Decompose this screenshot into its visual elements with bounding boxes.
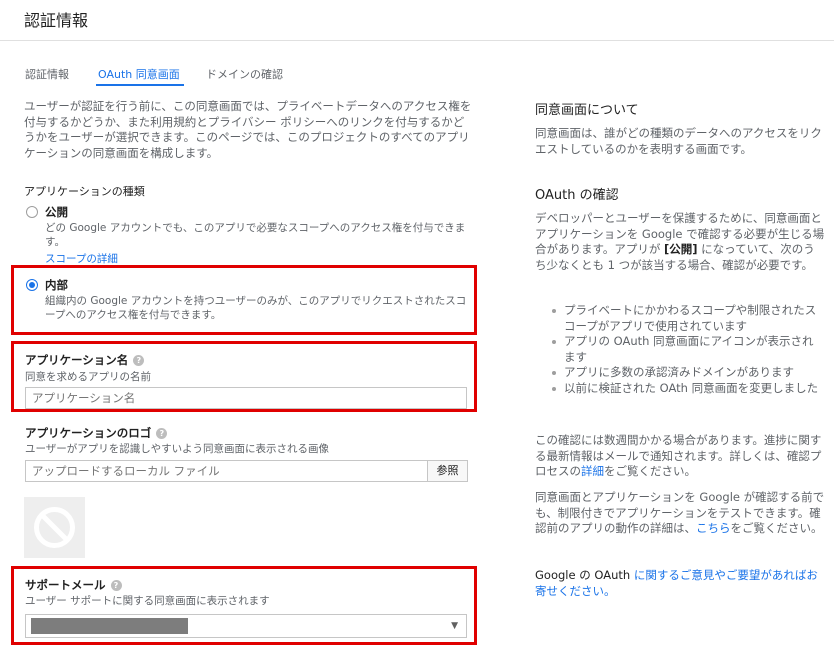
option-public-desc: どの Google アカウントでも、このアプリで必要なスコープへのアクセス権を付… — [45, 222, 466, 248]
oauth-verify-text: デベロッパーとユーザーを保護するために、同意画面とアプリケーションを Googl… — [535, 211, 825, 273]
testing-before-verify-text: 同意画面とアプリケーションを Google が確認する前でも、制限付きでアプリケ… — [535, 490, 825, 537]
scope-details-link[interactable]: スコープの詳細 — [45, 251, 118, 266]
logo-file-input[interactable] — [25, 460, 428, 482]
list-item: 以前に検証された OAth 同意画面を変更しました — [550, 381, 822, 397]
here-link[interactable]: こちら — [696, 521, 731, 535]
app-name-help: 同意を求めるアプリの名前 — [25, 371, 151, 383]
support-email-select[interactable]: ▼ — [25, 614, 467, 638]
verify-duration-text: この確認には数週間かかる場合があります。進捗に関する最新情報はメールで通知されま… — [535, 433, 825, 480]
verify-details-link[interactable]: 詳細 — [581, 464, 604, 478]
app-name-label: アプリケーション名? — [25, 352, 145, 368]
intro-text: ユーザーが認証を行う前に、この同意画面では、プライベートデータへのアクセス権を付… — [24, 99, 472, 160]
list-item: プライベートにかかわるスコープや制限されたスコープがアプリで使用されています — [550, 303, 822, 334]
tab-domain-verification[interactable]: ドメインの確認 — [206, 66, 283, 82]
tab-credentials[interactable]: 認証情報 — [25, 66, 69, 82]
app-logo-label-text: アプリケーションのロゴ — [25, 426, 152, 440]
list-item: アプリの OAuth 同意画面にアイコンが表示されます — [550, 334, 822, 365]
active-tab-indicator — [96, 84, 184, 86]
option-internal-desc: 組織内の Google アカウントを持つユーザーのみが、このアプリでリクエストさ… — [45, 295, 467, 321]
help-icon[interactable]: ? — [133, 355, 145, 366]
support-email-help: ユーザー サポートに関する同意画面に表示されます — [25, 595, 270, 607]
oauth-verify-title: OAuth の確認 — [535, 188, 619, 203]
list-item: アプリに多数の承認済みドメインがあります — [550, 365, 822, 381]
option-internal-title: 内部 — [45, 278, 68, 292]
support-email-label-text: サポートメール — [25, 578, 106, 592]
browse-button[interactable]: 参照 — [427, 460, 468, 482]
support-email-label: サポートメール? — [25, 577, 122, 593]
p2-text-b: をご覧ください。 — [730, 521, 823, 535]
app-logo-label: アプリケーションのロゴ? — [25, 425, 168, 441]
app-name-input[interactable] — [25, 387, 467, 409]
verify-text-public: [公開] — [664, 242, 698, 256]
help-icon[interactable]: ? — [156, 428, 168, 439]
option-public-title: 公開 — [45, 205, 68, 219]
radio-public[interactable] — [26, 206, 38, 218]
app-logo-help: ユーザーがアプリを認識しやすいよう同意画面に表示される画像 — [25, 443, 329, 455]
page-title: 認証情報 — [24, 11, 89, 30]
tab-oauth-consent[interactable]: OAuth 同意画面 — [98, 66, 180, 82]
app-type-heading: アプリケーションの種類 — [24, 185, 145, 198]
dropdown-arrow-icon: ▼ — [451, 621, 458, 631]
app-name-label-text: アプリケーション名 — [25, 353, 129, 367]
verify-conditions-list: プライベートにかかわるスコープや制限されたスコープがアプリで使用されています ア… — [550, 303, 822, 396]
feedback-text: Google の OAuth に関するご意見やご要望があればお寄せください。 — [535, 568, 825, 599]
logo-preview — [24, 497, 85, 558]
about-consent-text: 同意画面は、誰がどの種類のデータへのアクセスをリクエストしているのかを表明する画… — [535, 126, 822, 156]
radio-internal-dot — [29, 282, 35, 288]
tab-bar: 認証情報 OAuth 同意画面 ドメインの確認 — [0, 40, 834, 86]
masked-email-value — [31, 618, 188, 634]
help-icon[interactable]: ? — [110, 580, 122, 591]
feedback-text-a: Google の OAuth — [535, 568, 634, 582]
radio-internal[interactable] — [26, 279, 38, 291]
p1-text-b: をご覧ください。 — [604, 464, 696, 478]
page-header: 認証情報 — [0, 0, 834, 41]
about-consent-title: 同意画面について — [535, 103, 639, 118]
no-image-icon — [34, 507, 75, 548]
